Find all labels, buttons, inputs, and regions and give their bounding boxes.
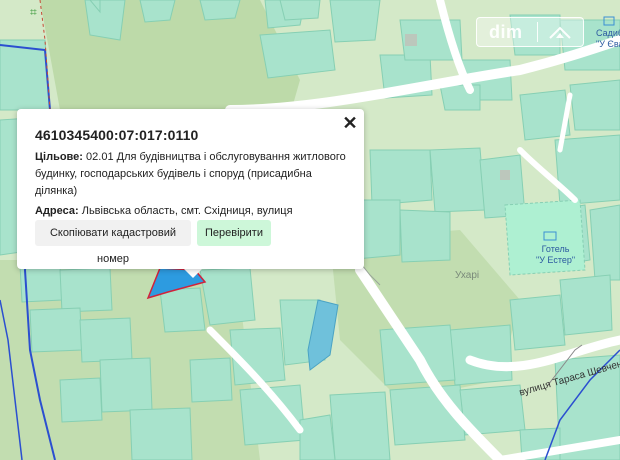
place-label: Ухарі bbox=[455, 270, 480, 281]
top-right-label: Садиб "У Єва" bbox=[596, 28, 620, 49]
address-label: Адреса: bbox=[35, 205, 79, 217]
copy-cadastral-number-button[interactable]: Скопіювати кадастровий номер bbox=[35, 220, 191, 265]
watermark-logo: dim bbox=[476, 17, 584, 47]
parcel-info-popup: ✕ 4610345400:07:017:0110 Цільове: 02.01 … bbox=[17, 109, 364, 269]
building bbox=[405, 34, 417, 46]
hotel-label: Готель "У Естер" bbox=[536, 244, 576, 265]
purpose-row: Цільове: 02.01 Для будівництва і обслуго… bbox=[35, 149, 348, 200]
check-button[interactable]: Перевірити bbox=[197, 220, 271, 246]
popup-pointer bbox=[183, 268, 203, 278]
close-icon[interactable]: ✕ bbox=[340, 113, 360, 133]
cadastral-number: 4610345400:07:017:0110 bbox=[35, 127, 199, 143]
watermark-text: dim bbox=[489, 21, 523, 42]
building bbox=[500, 170, 510, 180]
house-icon bbox=[548, 26, 571, 39]
purpose-label: Цільове: bbox=[35, 151, 83, 163]
poi-icon: ⌗ bbox=[30, 5, 37, 19]
